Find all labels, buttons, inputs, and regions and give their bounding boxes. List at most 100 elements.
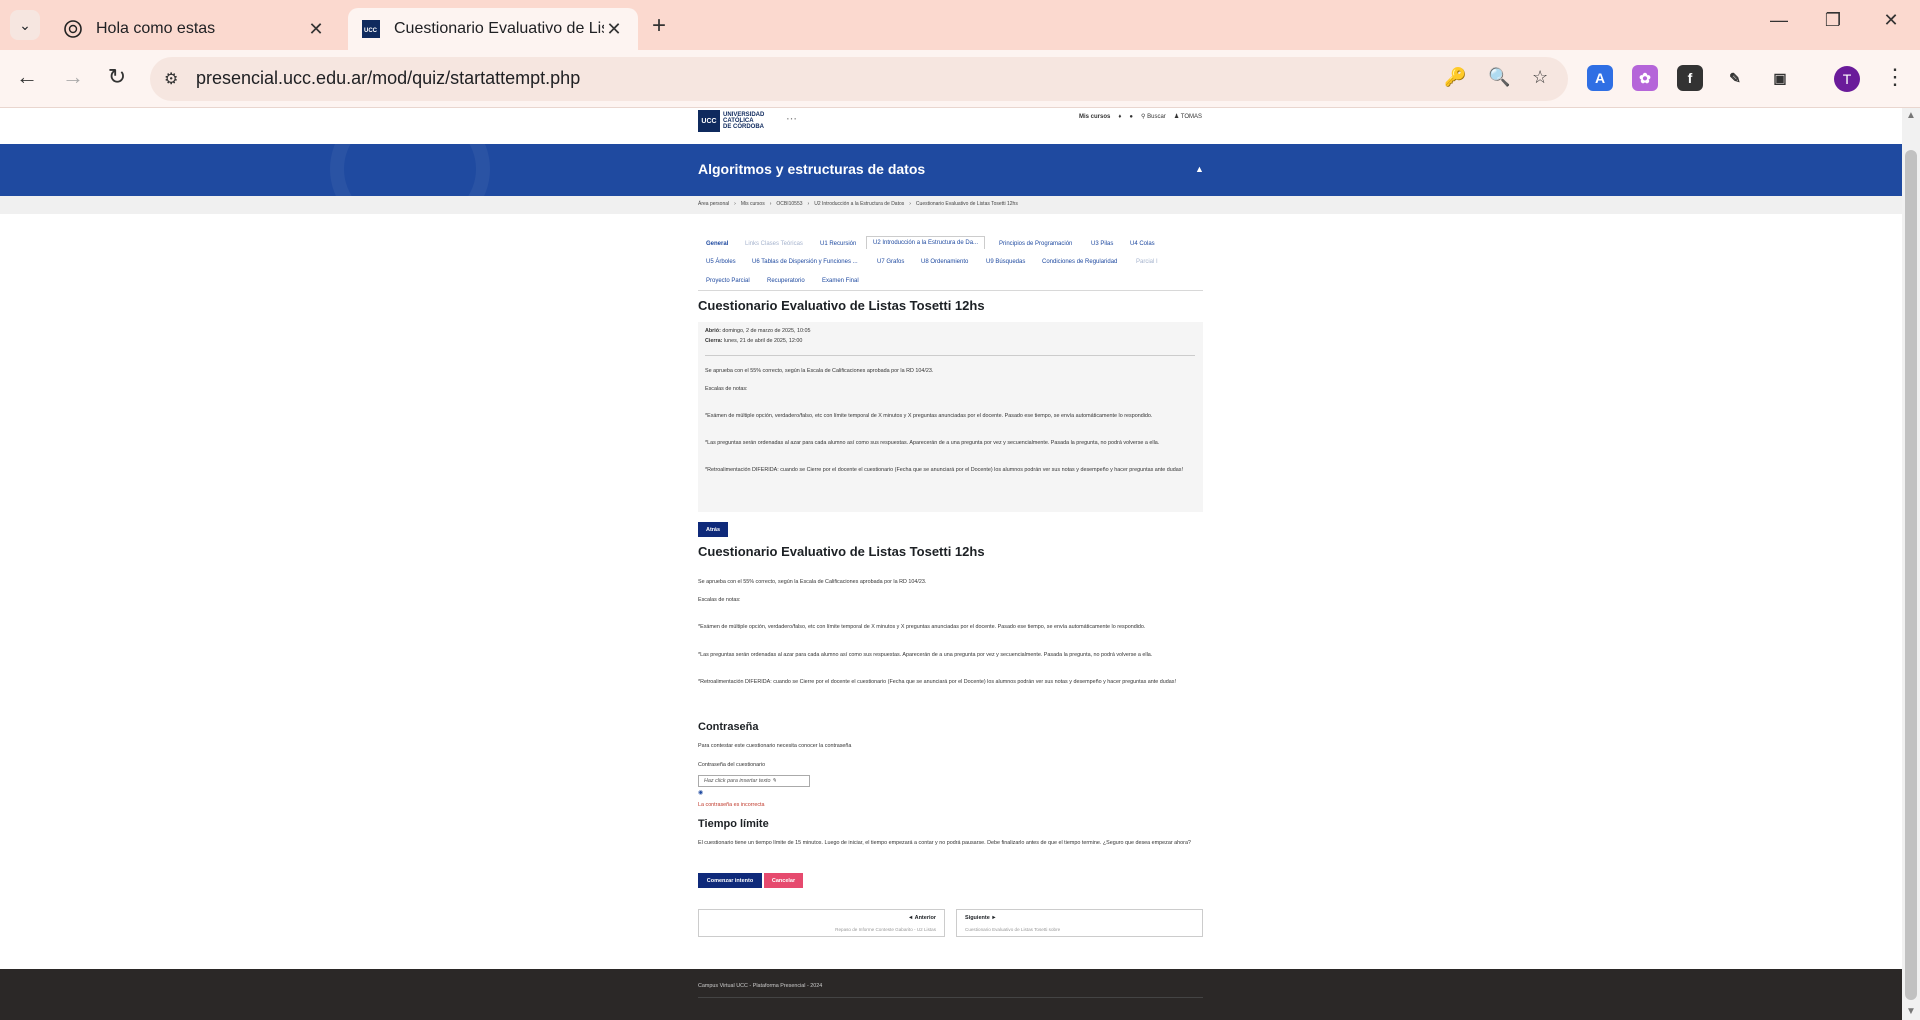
password-label: Contraseña del cuestionario xyxy=(698,762,766,768)
tab-recuperatorio[interactable]: Recuperatorio xyxy=(767,278,805,284)
navbar-links: Mis cursos ♦ ● ⚲ Buscar ♟ TOMAS xyxy=(1079,113,1202,121)
password-intro: Para contestar este cuestionario necesit… xyxy=(698,743,852,749)
close-icon[interactable]: ✕ xyxy=(604,19,624,40)
page-scrollbar[interactable]: ▲ ▼ xyxy=(1902,108,1920,1020)
course-menu-icon[interactable]: ▲ xyxy=(1195,164,1204,174)
tab-parcial[interactable]: Parcial I xyxy=(1136,259,1158,265)
back-button[interactable]: Atrás xyxy=(698,522,728,537)
translate-extension-icon[interactable]: A xyxy=(1587,65,1613,91)
menu-kebab-icon[interactable]: ⋮ xyxy=(1880,64,1910,90)
cancel-button[interactable]: Cancelar xyxy=(764,873,803,888)
reveal-password-icon[interactable]: ◉ xyxy=(698,789,703,796)
quiz-intro-p4: *Las preguntas serán ordenadas al azar p… xyxy=(705,440,1160,446)
chatgpt-icon xyxy=(64,20,82,38)
user-menu[interactable]: ♟ TOMAS xyxy=(1174,113,1202,120)
scrollbar-thumb[interactable] xyxy=(1905,150,1917,1000)
web-page: UCC UNIVERSIDAD CATÓLICA DE CÓRDOBA ⋯ Mi… xyxy=(0,108,1902,1020)
browser-tab-chatgpt[interactable]: Hola como estas ✕ xyxy=(50,8,340,50)
site-navbar: UCC UNIVERSIDAD CATÓLICA DE CÓRDOBA ⋯ Mi… xyxy=(0,108,1902,144)
window-close-icon[interactable]: ✕ xyxy=(1876,10,1906,31)
bookmark-star-icon[interactable]: ☆ xyxy=(1532,67,1548,88)
breadcrumb-item: Cuestionario Evaluativo de Listas Tosett… xyxy=(915,201,1018,207)
chat-icon[interactable]: ● xyxy=(1129,114,1133,120)
course-title[interactable]: Algoritmos y estructuras de datos xyxy=(698,161,925,177)
password-input[interactable]: Haz click para insertar texto ✎ xyxy=(698,775,810,787)
close-icon[interactable]: ✕ xyxy=(306,19,326,40)
quiz-intro-p5: *Retroalimentación DIFERIDA: cuando se C… xyxy=(705,467,1183,473)
reload-icon[interactable]: ↻ xyxy=(102,64,132,90)
time-limit-text: El cuestionario tiene un tiempo límite d… xyxy=(698,840,1191,846)
breadcrumb-item[interactable]: Área personal xyxy=(698,201,729,207)
tab-principios[interactable]: Principios de Programación xyxy=(999,241,1072,247)
tab-proyecto[interactable]: Proyecto Parcial xyxy=(706,278,750,284)
svg-text:UCC: UCC xyxy=(364,28,378,34)
password-key-icon[interactable]: 🔑 xyxy=(1444,67,1466,88)
tab-general[interactable]: General xyxy=(706,241,728,247)
breadcrumb-item[interactable]: Mis cursos xyxy=(741,201,765,207)
new-tab-button[interactable]: + xyxy=(652,12,666,40)
quiz-desc-p3: *Exámen de múltiple opción, verdadero/fa… xyxy=(698,624,1146,630)
bell-icon[interactable]: ♦ xyxy=(1118,114,1121,120)
extensions-puzzle-icon[interactable]: ▣ xyxy=(1767,65,1793,91)
prev-activity-link[interactable]: ◄ Anterior Repaso de Informe Conteste Ga… xyxy=(698,909,945,937)
profile-avatar[interactable]: T xyxy=(1834,66,1860,92)
tab-examen-final[interactable]: Examen Final xyxy=(822,278,859,284)
quiz-intro-p3: *Exámen de múltiple opción, verdadero/fa… xyxy=(705,413,1153,419)
url-text[interactable]: presencial.ucc.edu.ar/mod/quiz/startatte… xyxy=(196,68,580,89)
tab-search-button[interactable]: ⌄ xyxy=(10,10,40,40)
site-info-icon[interactable]: ⚙ xyxy=(164,69,178,89)
formula-extension-icon[interactable]: f xyxy=(1677,65,1703,91)
tab-u5[interactable]: U5 Árboles xyxy=(706,259,736,265)
minimize-icon[interactable]: — xyxy=(1764,10,1794,31)
ucc-logo[interactable]: UCC UNIVERSIDAD CATÓLICA DE CÓRDOBA xyxy=(698,110,764,132)
search-icon: ⚲ xyxy=(1141,114,1146,120)
site-footer: Campus Virtual UCC - Plataforma Presenci… xyxy=(0,969,1902,1020)
tab-u1[interactable]: U1 Recursión xyxy=(820,241,856,247)
address-bar[interactable]: ⚙ presencial.ucc.edu.ar/mod/quiz/startat… xyxy=(150,57,1568,101)
password-error: La contraseña es incorrecta xyxy=(698,802,765,808)
page-title: Cuestionario Evaluativo de Listas Tosett… xyxy=(698,298,985,313)
tab-links-clases[interactable]: Links Clases Teóricas xyxy=(745,241,803,247)
footer-text: Campus Virtual UCC - Plataforma Presenci… xyxy=(698,983,823,989)
back-arrow-icon[interactable]: ← xyxy=(12,64,42,90)
course-banner: Algoritmos y estructuras de datos ▲ xyxy=(0,144,1902,196)
quiz-title-secondary: Cuestionario Evaluativo de Listas Tosett… xyxy=(698,544,985,559)
quiz-desc-p5: *Retroalimentación DIFERIDA: cuando se C… xyxy=(698,679,1176,685)
search-link[interactable]: ⚲ Buscar xyxy=(1141,113,1166,120)
zoom-icon[interactable]: 🔍 xyxy=(1488,67,1510,88)
browser-tab-quiz[interactable]: UCC Cuestionario Evaluativo de Lista ✕ xyxy=(348,8,638,50)
tab-u4[interactable]: U4 Colas xyxy=(1130,241,1155,247)
breadcrumb-item[interactable]: OCBI10553 xyxy=(776,201,802,207)
tab-u8[interactable]: U8 Ordenamiento xyxy=(921,259,968,265)
forward-arrow-icon[interactable]: → xyxy=(58,64,88,90)
browser-tabbar: ⌄ Hola como estas ✕ UCC Cuestionario Eva… xyxy=(0,0,1920,50)
tab-u3[interactable]: U3 Pilas xyxy=(1091,241,1113,247)
quiz-desc-p1: Se aprueba con el 55% correcto, según la… xyxy=(698,579,927,585)
browser-toolbar: ← → ↻ ⚙ presencial.ucc.edu.ar/mod/quiz/s… xyxy=(0,50,1920,108)
brain-extension-icon[interactable]: ✿ xyxy=(1632,65,1658,91)
ucc-favicon-icon: UCC xyxy=(362,20,380,38)
tab-title: Cuestionario Evaluativo de Lista xyxy=(394,20,604,37)
time-limit-heading: Tiempo límite xyxy=(698,818,769,830)
tab-title: Hola como estas xyxy=(96,20,216,37)
user-icon: ♟ xyxy=(1173,114,1180,120)
tab-condiciones[interactable]: Condiciones de Regularidad xyxy=(1042,259,1117,265)
scroll-down-icon[interactable]: ▼ xyxy=(1906,1006,1916,1017)
tab-u2[interactable]: U2 Introducción a la Estructura de Da... xyxy=(866,236,986,249)
my-courses-link[interactable]: Mis cursos xyxy=(1079,114,1110,120)
tab-u9[interactable]: U9 Búsquedas xyxy=(986,259,1025,265)
tab-u7[interactable]: U7 Grafos xyxy=(877,259,904,265)
quiz-intro-p1: Se aprueba con el 55% correcto, según la… xyxy=(705,368,934,374)
start-attempt-button[interactable]: Comenzar intento xyxy=(698,873,762,888)
opened-date: Abrió: domingo, 2 de marzo de 2025, 10:0… xyxy=(705,328,811,334)
apps-grid-icon[interactable]: ⋯ xyxy=(786,112,797,125)
quiz-intro-p2: Escalas de notas: xyxy=(705,386,748,392)
restore-icon[interactable]: ❐ xyxy=(1818,10,1848,31)
scroll-up-icon[interactable]: ▲ xyxy=(1906,110,1916,121)
tab-u6[interactable]: U6 Tablas de Dispersión y Funciones ... xyxy=(752,259,858,265)
pencil-icon: ✎ xyxy=(772,778,777,784)
breadcrumb: Área personal › Mis cursos › OCBI10553 › U2… xyxy=(0,196,1902,214)
breadcrumb-item[interactable]: U2 Introducción a la Estructura de Datos xyxy=(814,201,904,207)
next-activity-link[interactable]: Siguiente ► Cuestionario Evaluativo de L… xyxy=(956,909,1203,937)
eyedropper-extension-icon[interactable]: ✎ xyxy=(1722,65,1748,91)
